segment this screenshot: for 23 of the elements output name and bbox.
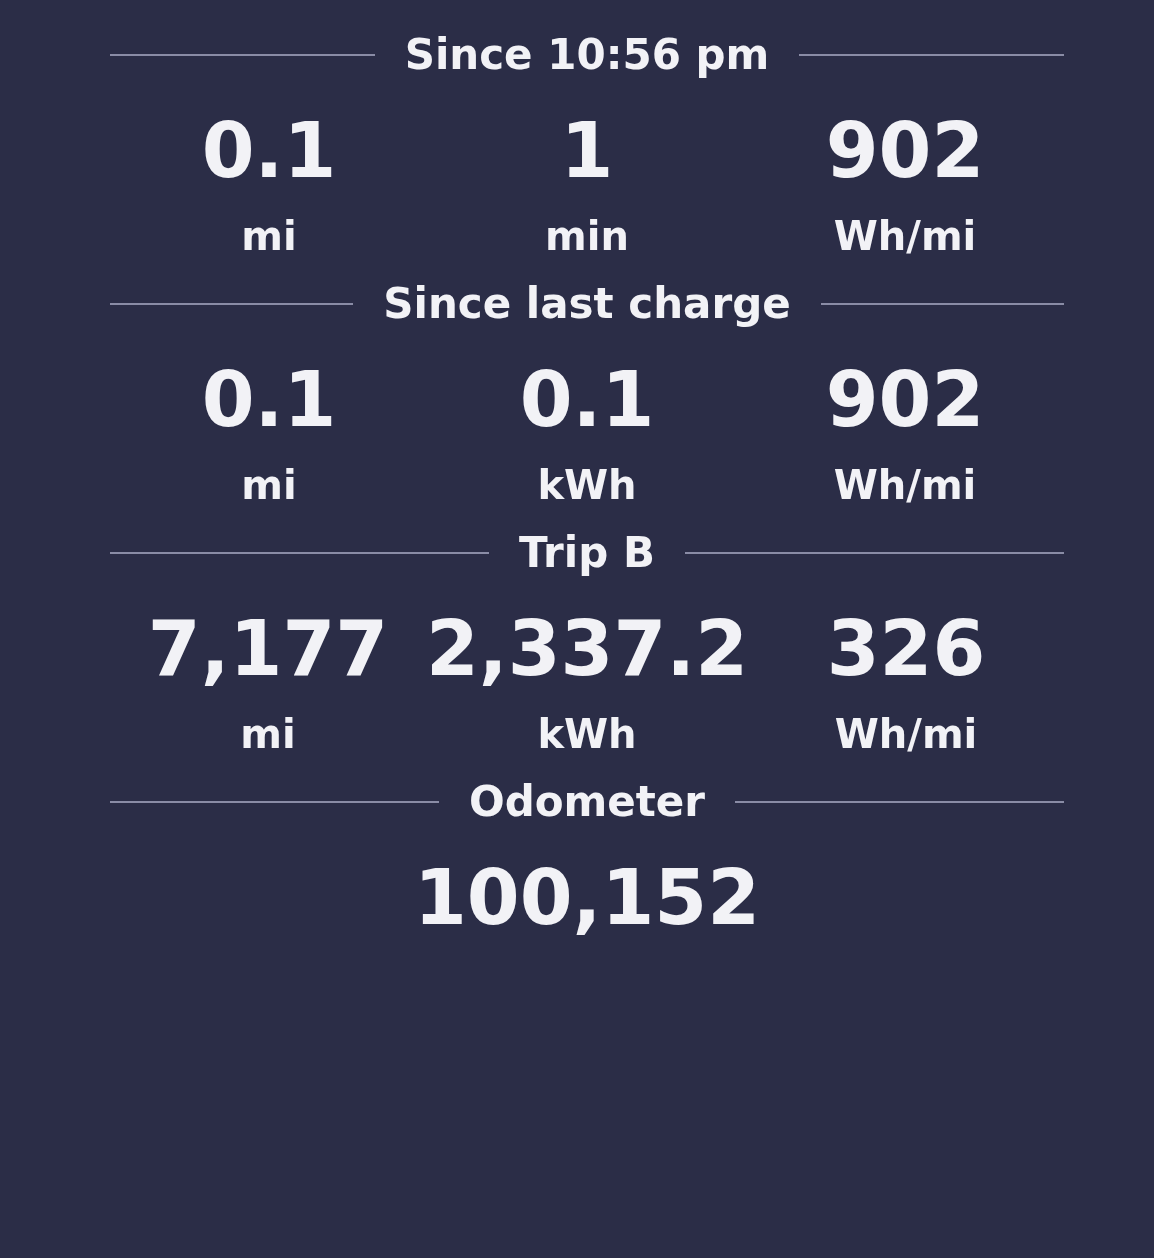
stat-unit: Wh/mi [833, 213, 977, 259]
stat-value: 0.1 [201, 362, 337, 438]
section-title: Since 10:56 pm [404, 30, 770, 79]
stat-value: 1 [560, 113, 614, 189]
section-title: Since last charge [383, 279, 791, 328]
stat-value: 2,337.2 [425, 611, 749, 687]
section-title: Odometer [468, 777, 706, 826]
stat-value: 902 [825, 113, 985, 189]
stat-unit: min [545, 213, 629, 259]
stat-unit: mi [240, 711, 296, 757]
stat-value: 0.1 [201, 113, 337, 189]
stat-value: 100,152 [413, 860, 761, 936]
stat-unit: mi [241, 213, 297, 259]
section-title: Trip B [519, 528, 655, 577]
stat-value: 7,177 [147, 611, 389, 687]
stat-unit: Wh/mi [834, 711, 978, 757]
stat-value: 326 [826, 611, 986, 687]
stat-unit: Wh/mi [833, 462, 977, 508]
stat-unit: mi [241, 462, 297, 508]
stat-value: 902 [825, 362, 985, 438]
stat-value: 0.1 [519, 362, 655, 438]
stat-unit: kWh [537, 462, 637, 508]
stat-unit: kWh [537, 711, 637, 757]
